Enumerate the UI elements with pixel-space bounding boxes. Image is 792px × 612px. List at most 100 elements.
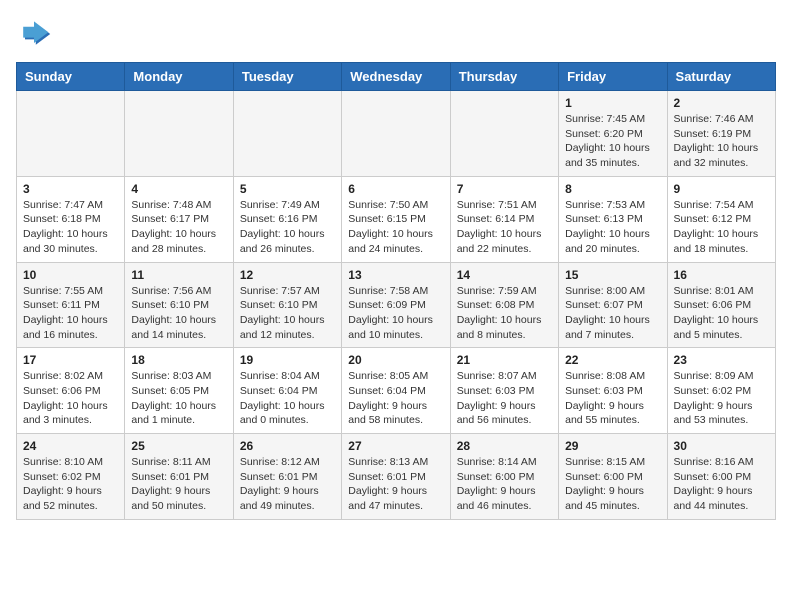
calendar-cell: [450, 91, 558, 177]
calendar-cell: 12 Sunrise: 7:57 AM Sunset: 6:10 PM Dayli…: [233, 262, 341, 348]
day-info: Sunrise: 7:59 AM Sunset: 6:08 PM Dayligh…: [457, 284, 552, 343]
day-number: 11: [131, 268, 226, 282]
calendar-cell: 10Sunrise: 7:55 AM Sunset: 6:11 PM Dayli…: [17, 262, 125, 348]
weekday-header-thursday: Thursday: [450, 63, 558, 91]
day-info: Sunrise: 7:56 AM Sunset: 6:10 PM Dayligh…: [131, 284, 226, 343]
day-number: 3: [23, 182, 118, 196]
day-number: 18: [131, 353, 226, 367]
day-info: Sunrise: 7:47 AM Sunset: 6:18 PM Dayligh…: [23, 198, 118, 257]
day-info: Sunrise: 7:53 AM Sunset: 6:13 PM Dayligh…: [565, 198, 660, 257]
calendar-cell: 24 Sunrise: 8:10 AM Sunset: 6:02 PM Dayli…: [17, 434, 125, 520]
calendar-cell: [342, 91, 450, 177]
day-info: Sunrise: 8:01 AM Sunset: 6:06 PM Dayligh…: [674, 284, 769, 343]
calendar-cell: 1 Sunrise: 7:45 AM Sunset: 6:20 PM Daylig…: [559, 91, 667, 177]
calendar-cell: [125, 91, 233, 177]
day-info: Sunrise: 7:57 AM Sunset: 6:10 PM Dayligh…: [240, 284, 335, 343]
week-row-3: 10Sunrise: 7:55 AM Sunset: 6:11 PM Dayli…: [17, 262, 776, 348]
calendar-cell: 8 Sunrise: 7:53 AM Sunset: 6:13 PM Daylig…: [559, 176, 667, 262]
weekday-header-saturday: Saturday: [667, 63, 775, 91]
day-number: 25: [131, 439, 226, 453]
day-number: 14: [457, 268, 552, 282]
day-number: 30: [674, 439, 769, 453]
page-header: [16, 16, 776, 52]
weekday-header-friday: Friday: [559, 63, 667, 91]
day-info: Sunrise: 7:45 AM Sunset: 6:20 PM Dayligh…: [565, 112, 660, 171]
day-info: Sunrise: 8:12 AM Sunset: 6:01 PM Dayligh…: [240, 455, 335, 514]
day-number: 17: [23, 353, 118, 367]
day-info: Sunrise: 8:11 AM Sunset: 6:01 PM Dayligh…: [131, 455, 226, 514]
week-row-4: 17Sunrise: 8:02 AM Sunset: 6:06 PM Dayli…: [17, 348, 776, 434]
day-number: 10: [23, 268, 118, 282]
calendar-cell: 5 Sunrise: 7:49 AM Sunset: 6:16 PM Daylig…: [233, 176, 341, 262]
day-info: Sunrise: 8:05 AM Sunset: 6:04 PM Dayligh…: [348, 369, 443, 428]
day-info: Sunrise: 8:07 AM Sunset: 6:03 PM Dayligh…: [457, 369, 552, 428]
day-number: 22: [565, 353, 660, 367]
day-number: 16: [674, 268, 769, 282]
day-number: 15: [565, 268, 660, 282]
day-info: Sunrise: 8:10 AM Sunset: 6:02 PM Dayligh…: [23, 455, 118, 514]
day-info: Sunrise: 8:14 AM Sunset: 6:00 PM Dayligh…: [457, 455, 552, 514]
calendar-cell: 18Sunrise: 8:03 AM Sunset: 6:05 PM Dayli…: [125, 348, 233, 434]
calendar-cell: 11 Sunrise: 7:56 AM Sunset: 6:10 PM Dayli…: [125, 262, 233, 348]
logo: [16, 16, 56, 52]
logo-icon: [16, 16, 52, 52]
calendar-cell: 3 Sunrise: 7:47 AM Sunset: 6:18 PM Daylig…: [17, 176, 125, 262]
calendar-cell: 2 Sunrise: 7:46 AM Sunset: 6:19 PM Daylig…: [667, 91, 775, 177]
calendar-cell: 21 Sunrise: 8:07 AM Sunset: 6:03 PM Dayli…: [450, 348, 558, 434]
day-info: Sunrise: 7:49 AM Sunset: 6:16 PM Dayligh…: [240, 198, 335, 257]
calendar-cell: 4 Sunrise: 7:48 AM Sunset: 6:17 PM Daylig…: [125, 176, 233, 262]
calendar-cell: 13Sunrise: 7:58 AM Sunset: 6:09 PM Dayli…: [342, 262, 450, 348]
weekday-header-row: SundayMondayTuesdayWednesdayThursdayFrid…: [17, 63, 776, 91]
calendar-cell: 14 Sunrise: 7:59 AM Sunset: 6:08 PM Dayli…: [450, 262, 558, 348]
weekday-header-monday: Monday: [125, 63, 233, 91]
calendar-cell: 29 Sunrise: 8:15 AM Sunset: 6:00 PM Dayli…: [559, 434, 667, 520]
weekday-header-tuesday: Tuesday: [233, 63, 341, 91]
calendar-cell: [17, 91, 125, 177]
day-info: Sunrise: 7:48 AM Sunset: 6:17 PM Dayligh…: [131, 198, 226, 257]
calendar-cell: 27 Sunrise: 8:13 AM Sunset: 6:01 PM Dayli…: [342, 434, 450, 520]
day-info: Sunrise: 7:50 AM Sunset: 6:15 PM Dayligh…: [348, 198, 443, 257]
day-info: Sunrise: 8:15 AM Sunset: 6:00 PM Dayligh…: [565, 455, 660, 514]
day-number: 21: [457, 353, 552, 367]
day-info: Sunrise: 7:51 AM Sunset: 6:14 PM Dayligh…: [457, 198, 552, 257]
day-number: 1: [565, 96, 660, 110]
day-number: 8: [565, 182, 660, 196]
calendar-cell: 26 Sunrise: 8:12 AM Sunset: 6:01 PM Dayli…: [233, 434, 341, 520]
calendar-table: SundayMondayTuesdayWednesdayThursdayFrid…: [16, 62, 776, 520]
day-number: 28: [457, 439, 552, 453]
day-info: Sunrise: 8:13 AM Sunset: 6:01 PM Dayligh…: [348, 455, 443, 514]
day-number: 12: [240, 268, 335, 282]
day-number: 23: [674, 353, 769, 367]
week-row-2: 3 Sunrise: 7:47 AM Sunset: 6:18 PM Daylig…: [17, 176, 776, 262]
calendar-cell: 19 Sunrise: 8:04 AM Sunset: 6:04 PM Dayli…: [233, 348, 341, 434]
day-number: 26: [240, 439, 335, 453]
calendar-cell: 7 Sunrise: 7:51 AM Sunset: 6:14 PM Daylig…: [450, 176, 558, 262]
calendar-cell: 16 Sunrise: 8:01 AM Sunset: 6:06 PM Dayli…: [667, 262, 775, 348]
calendar-cell: 28 Sunrise: 8:14 AM Sunset: 6:00 PM Dayli…: [450, 434, 558, 520]
calendar-cell: 9Sunrise: 7:54 AM Sunset: 6:12 PM Daylig…: [667, 176, 775, 262]
day-number: 9: [674, 182, 769, 196]
calendar-cell: 23 Sunrise: 8:09 AM Sunset: 6:02 PM Dayli…: [667, 348, 775, 434]
day-number: 29: [565, 439, 660, 453]
calendar-cell: 20Sunrise: 8:05 AM Sunset: 6:04 PM Dayli…: [342, 348, 450, 434]
day-info: Sunrise: 8:08 AM Sunset: 6:03 PM Dayligh…: [565, 369, 660, 428]
day-info: Sunrise: 7:46 AM Sunset: 6:19 PM Dayligh…: [674, 112, 769, 171]
day-number: 4: [131, 182, 226, 196]
day-info: Sunrise: 8:04 AM Sunset: 6:04 PM Dayligh…: [240, 369, 335, 428]
day-number: 2: [674, 96, 769, 110]
day-info: Sunrise: 8:16 AM Sunset: 6:00 PM Dayligh…: [674, 455, 769, 514]
calendar-cell: [233, 91, 341, 177]
day-number: 5: [240, 182, 335, 196]
day-number: 7: [457, 182, 552, 196]
day-number: 13: [348, 268, 443, 282]
weekday-header-wednesday: Wednesday: [342, 63, 450, 91]
day-number: 27: [348, 439, 443, 453]
day-number: 24: [23, 439, 118, 453]
calendar-cell: 22 Sunrise: 8:08 AM Sunset: 6:03 PM Dayli…: [559, 348, 667, 434]
calendar-cell: 6 Sunrise: 7:50 AM Sunset: 6:15 PM Daylig…: [342, 176, 450, 262]
day-info: Sunrise: 8:09 AM Sunset: 6:02 PM Dayligh…: [674, 369, 769, 428]
day-number: 6: [348, 182, 443, 196]
calendar-cell: 15 Sunrise: 8:00 AM Sunset: 6:07 PM Dayli…: [559, 262, 667, 348]
day-info: Sunrise: 8:00 AM Sunset: 6:07 PM Dayligh…: [565, 284, 660, 343]
day-number: 19: [240, 353, 335, 367]
